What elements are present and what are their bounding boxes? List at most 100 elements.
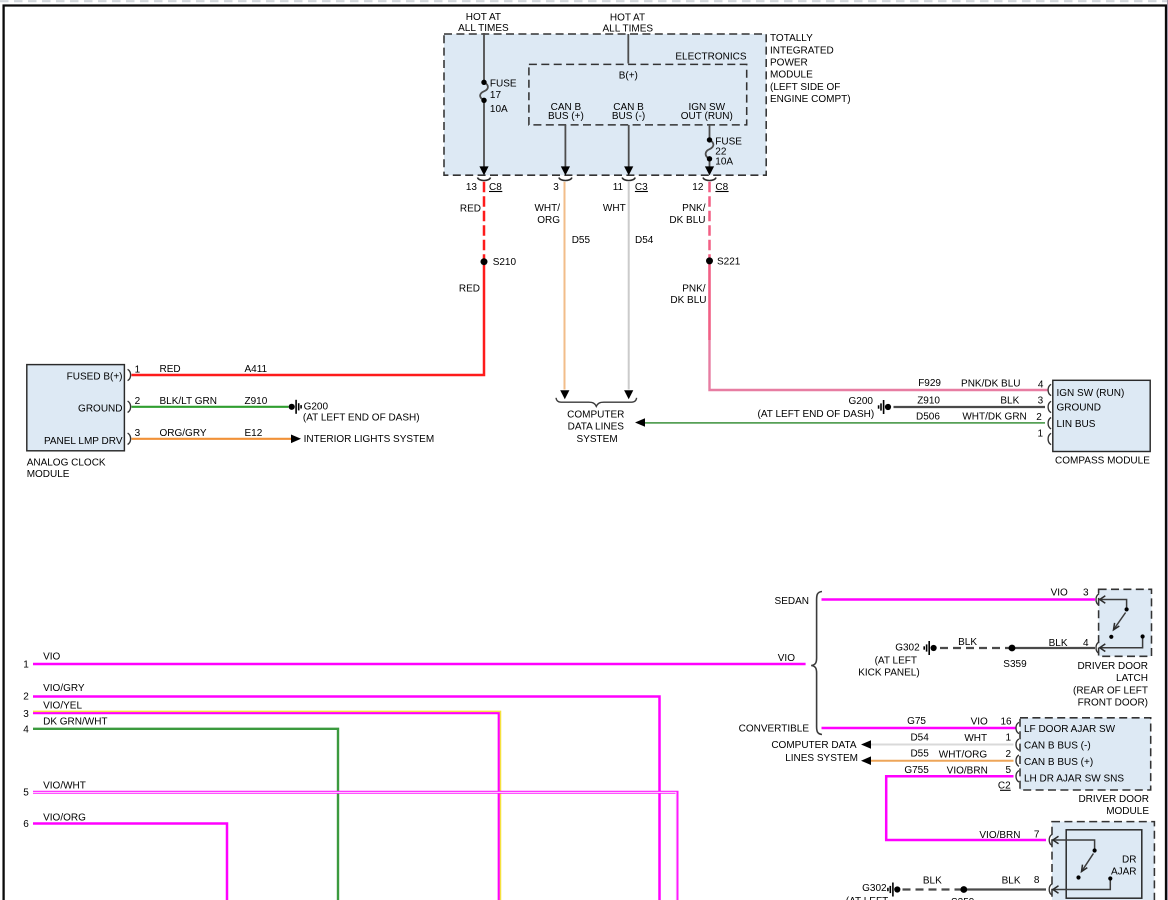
svg-text:(AT LEFT END OF DASH): (AT LEFT END OF DASH)	[758, 409, 875, 420]
svg-text:CONVERTIBLE: CONVERTIBLE	[739, 724, 810, 735]
svg-text:Z910: Z910	[245, 396, 268, 407]
svg-text:MODULE: MODULE	[1106, 806, 1149, 817]
svg-text:VIO: VIO	[43, 651, 60, 662]
svg-text:BUS (-): BUS (-)	[612, 111, 645, 122]
svg-text:1: 1	[1037, 429, 1043, 440]
svg-text:WHT/DK GRN: WHT/DK GRN	[962, 412, 1026, 423]
svg-text:4: 4	[23, 724, 29, 735]
svg-text:BLK: BLK	[1000, 395, 1019, 406]
svg-text:VIO: VIO	[778, 653, 795, 664]
svg-text:(REAR OF LEFT: (REAR OF LEFT	[1073, 685, 1148, 696]
svg-text:PANEL LMP DRV: PANEL LMP DRV	[44, 436, 123, 447]
svg-text:MODULE: MODULE	[27, 469, 70, 480]
svg-text:BLK: BLK	[958, 637, 977, 648]
svg-text:DR: DR	[1122, 855, 1136, 866]
svg-text:F929: F929	[918, 378, 941, 389]
svg-text:SYSTEM: SYSTEM	[577, 434, 618, 445]
svg-text:RED: RED	[459, 284, 480, 295]
svg-text:WHT/ORG: WHT/ORG	[939, 749, 988, 760]
svg-text:D54: D54	[910, 732, 929, 743]
svg-text:CAN B BUS (-): CAN B BUS (-)	[1024, 741, 1091, 752]
svg-text:BLK/LT GRN: BLK/LT GRN	[160, 396, 217, 407]
svg-text:DK BLU: DK BLU	[670, 295, 706, 306]
svg-text:DRIVER DOOR: DRIVER DOOR	[1077, 661, 1148, 672]
svg-text:VIO/YEL: VIO/YEL	[43, 701, 82, 712]
svg-text:G75: G75	[907, 716, 926, 727]
svg-text:G302: G302	[862, 883, 887, 894]
svg-text:11: 11	[613, 182, 624, 193]
svg-text:5: 5	[1006, 765, 1012, 776]
svg-text:ORG: ORG	[537, 215, 560, 226]
svg-text:LF DOOR AJAR SW: LF DOOR AJAR SW	[1024, 724, 1116, 735]
svg-text:FUSE: FUSE	[490, 79, 517, 90]
svg-text:3: 3	[1038, 396, 1044, 407]
svg-text:12: 12	[692, 182, 704, 193]
svg-text:VIO: VIO	[971, 716, 988, 727]
svg-text:6: 6	[23, 819, 29, 830]
svg-text:(AT LEFT END OF DASH): (AT LEFT END OF DASH)	[303, 413, 420, 424]
svg-text:VIO/BRN: VIO/BRN	[979, 830, 1020, 841]
svg-text:FUSED B(+): FUSED B(+)	[67, 372, 123, 383]
svg-text:LIN BUS: LIN BUS	[1057, 419, 1096, 430]
svg-text:WHT: WHT	[603, 203, 626, 214]
svg-text:ORG/GRY: ORG/GRY	[160, 428, 207, 439]
svg-text:BLK: BLK	[923, 876, 942, 887]
svg-text:BLK: BLK	[1002, 876, 1021, 887]
svg-text:ENGINE COMPT): ENGINE COMPT)	[770, 94, 851, 105]
svg-text:FRONT DOOR): FRONT DOOR)	[1078, 697, 1148, 708]
svg-text:LATCH: LATCH	[1116, 673, 1148, 684]
svg-text:G302: G302	[895, 643, 920, 654]
svg-text:RED: RED	[160, 364, 181, 375]
svg-text:(LEFT SIDE OF: (LEFT SIDE OF	[770, 82, 840, 93]
svg-text:S359: S359	[1003, 659, 1027, 670]
svg-text:PNK/: PNK/	[682, 203, 706, 214]
svg-text:A411: A411	[245, 364, 268, 375]
svg-text:13: 13	[466, 182, 478, 193]
svg-text:CAN B BUS (+): CAN B BUS (+)	[1024, 757, 1093, 768]
svg-text:HOT AT: HOT AT	[610, 12, 645, 23]
svg-text:WHT: WHT	[964, 733, 987, 744]
svg-text:VIO/BRN: VIO/BRN	[947, 765, 988, 776]
svg-text:S210: S210	[493, 257, 517, 268]
svg-text:17: 17	[490, 90, 502, 101]
svg-text:B(+): B(+)	[619, 71, 638, 82]
svg-text:8: 8	[1034, 875, 1040, 886]
svg-text:LH DR AJAR SW SNS: LH DR AJAR SW SNS	[1024, 774, 1124, 785]
svg-text:ALL TIMES: ALL TIMES	[603, 24, 654, 35]
svg-text:LINES SYSTEM: LINES SYSTEM	[785, 753, 858, 764]
svg-text:COMPUTER: COMPUTER	[567, 410, 624, 421]
svg-text:GROUND: GROUND	[78, 404, 122, 415]
svg-text:HOT AT: HOT AT	[466, 12, 501, 23]
svg-text:Z910: Z910	[917, 395, 940, 406]
svg-text:G200: G200	[304, 401, 329, 412]
svg-text:BUS (+): BUS (+)	[548, 111, 584, 122]
svg-text:POWER: POWER	[770, 58, 808, 69]
svg-text:E12: E12	[245, 428, 263, 439]
svg-text:2: 2	[1036, 412, 1042, 423]
svg-text:2: 2	[1006, 749, 1012, 760]
svg-text:WHT/: WHT/	[534, 203, 560, 214]
svg-text:INTERIOR LIGHTS SYSTEM: INTERIOR LIGHTS SYSTEM	[304, 434, 435, 445]
svg-text:VIO/ORG: VIO/ORG	[43, 812, 86, 823]
svg-text:10A: 10A	[715, 157, 733, 168]
svg-text:GROUND: GROUND	[1057, 403, 1101, 414]
svg-text:ANALOG CLOCK: ANALOG CLOCK	[27, 458, 106, 469]
svg-text:4: 4	[1038, 379, 1044, 390]
svg-text:DRIVER DOOR: DRIVER DOOR	[1078, 794, 1149, 805]
svg-text:SEDAN: SEDAN	[775, 596, 809, 607]
svg-text:(AT LEFT: (AT LEFT	[875, 655, 917, 666]
svg-text:3: 3	[135, 428, 141, 439]
svg-text:S221: S221	[717, 256, 741, 267]
svg-text:TOTALLY: TOTALLY	[770, 33, 813, 44]
svg-text:MODULE: MODULE	[770, 70, 813, 81]
svg-text:ALL TIMES: ALL TIMES	[458, 23, 509, 34]
svg-text:IGN SW (RUN): IGN SW (RUN)	[1057, 388, 1125, 399]
svg-text:2: 2	[23, 692, 29, 703]
svg-text:OUT (RUN): OUT (RUN)	[681, 111, 733, 122]
svg-text:VIO/WHT: VIO/WHT	[43, 780, 86, 791]
svg-text:(AT LEFT: (AT LEFT	[846, 896, 888, 900]
svg-text:1: 1	[1006, 733, 1012, 744]
svg-text:D55: D55	[572, 235, 591, 246]
svg-text:VIO: VIO	[1051, 588, 1068, 599]
svg-text:G200: G200	[849, 396, 874, 407]
